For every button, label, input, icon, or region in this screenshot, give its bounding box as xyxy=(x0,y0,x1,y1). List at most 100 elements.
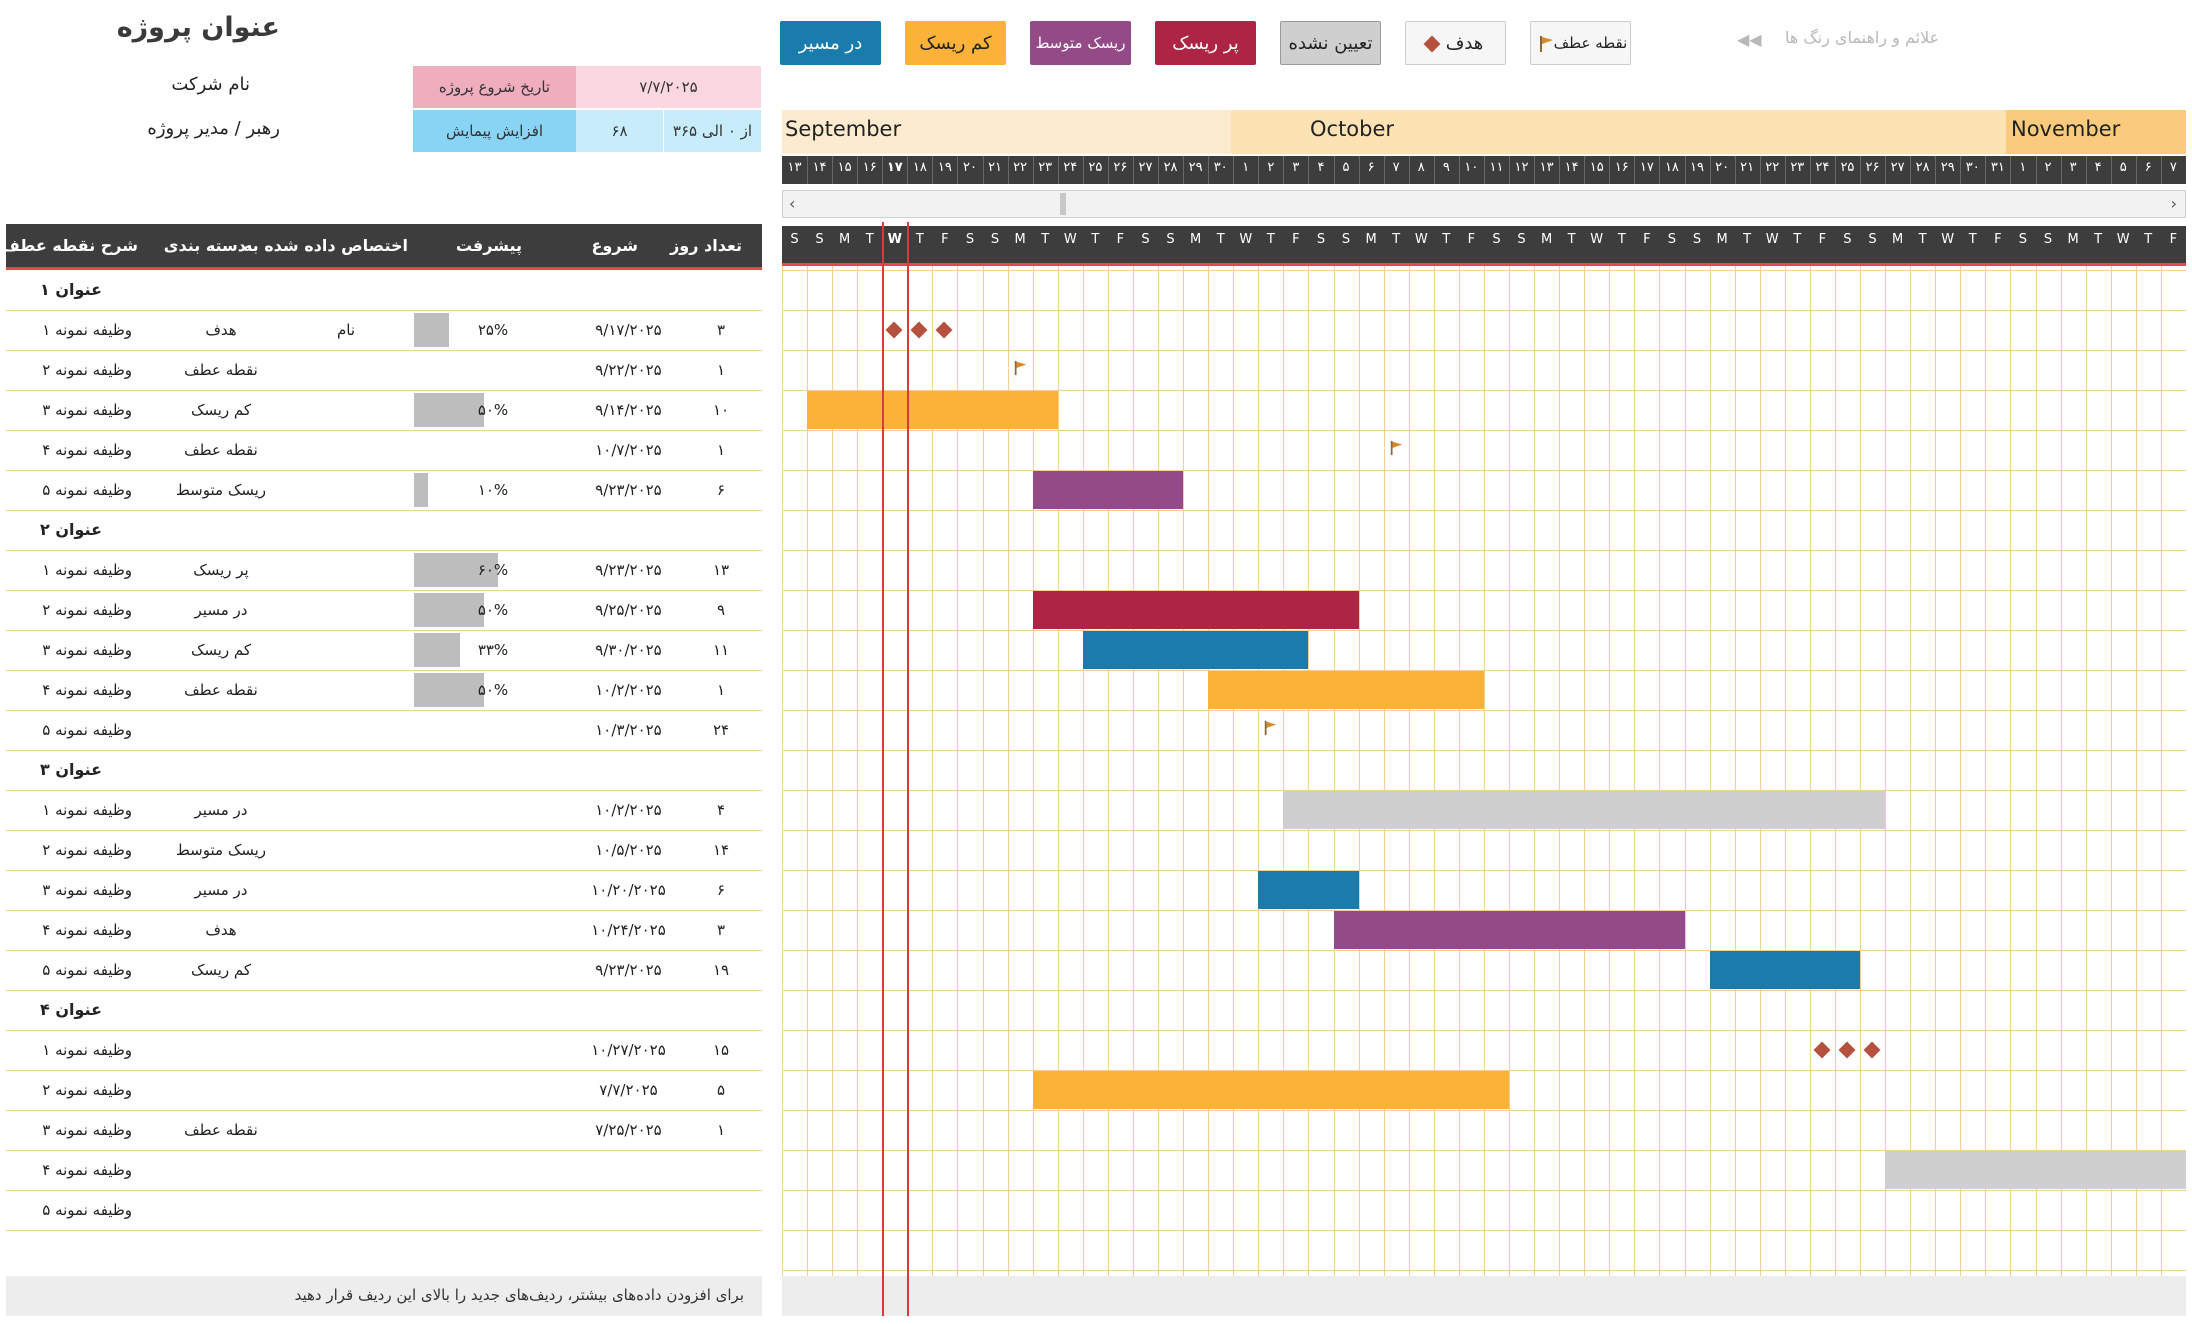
weekday-label: F xyxy=(1292,232,1300,247)
gantt-bar[interactable] xyxy=(1885,1151,2186,1189)
scroll-thumb[interactable] xyxy=(1060,193,1066,215)
weekday-label: S xyxy=(2043,232,2053,247)
table-row[interactable]: وظیفه نمونه ۱ در مسیر ۱۰/۲/۲۰۲۵ ۴ xyxy=(6,790,762,831)
table-row[interactable]: وظیفه نمونه ۴ نقطه عطف ۱۰/۷/۲۰۲۵ ۱ xyxy=(6,430,762,471)
table-row[interactable]: وظیفه نمونه ۱ هدف نام ۲۵% ۹/۱۷/۲۰۲۵ ۳ xyxy=(6,310,762,351)
legend-milestone-label: نقطه عطف xyxy=(1553,34,1628,52)
task-start: ۱۰/۲۷/۲۰۲۵ xyxy=(591,1041,666,1059)
table-row[interactable]: وظیفه نمونه ۲ نقطه عطف ۹/۲۲/۲۰۲۵ ۱ xyxy=(6,350,762,391)
gantt-bar[interactable] xyxy=(1709,951,1860,989)
task-category: در مسیر xyxy=(194,601,248,619)
task-days: ۴ xyxy=(716,801,726,819)
gantt-bar[interactable] xyxy=(1208,671,1484,709)
task-start: ۱۰/۲/۲۰۲۵ xyxy=(595,681,662,699)
table-row[interactable]: وظیفه نمونه ۳ کم ریسک ۳۳% ۹/۳۰/۲۰۲۵ ۱۱ xyxy=(6,630,762,671)
table-row[interactable]: وظیفه نمونه ۳ در مسیر ۱۰/۲۰/۲۰۲۵ ۶ xyxy=(6,870,762,911)
task-description: وظیفه نمونه ۱ xyxy=(42,561,132,579)
table-row[interactable]: وظیفه نمونه ۴ هدف ۱۰/۲۴/۲۰۲۵ ۳ xyxy=(6,910,762,951)
section-title: عنوان ۱ xyxy=(40,280,102,299)
scroll-left-icon[interactable]: ‹ xyxy=(789,194,795,213)
table-row[interactable]: وظیفه نمونه ۲ در مسیر ۵۰% ۹/۲۵/۲۰۲۵ ۹ xyxy=(6,590,762,631)
gantt-bar[interactable] xyxy=(1333,911,1685,949)
section-title: عنوان ۴ xyxy=(40,1000,102,1019)
task-description: وظیفه نمونه ۲ xyxy=(42,601,132,619)
table-header: تعداد روز شروع پیشرفت اختصاص داده شده به… xyxy=(1,224,762,270)
task-description: وظیفه نمونه ۴ xyxy=(42,1161,132,1179)
scroll-increment-label: افزایش پیمایش xyxy=(413,110,576,152)
table-row[interactable]: وظیفه نمونه ۲ ۷/۷/۲۰۲۵ ۵ xyxy=(6,1070,762,1111)
col-progress: پیشرفت xyxy=(455,236,522,255)
table-row[interactable]: وظیفه نمونه ۱ پر ریسک ۶۰% ۹/۲۳/۲۰۲۵ ۱۳ xyxy=(6,550,762,591)
weekday-label: F xyxy=(1818,232,1827,247)
weekday-label: S xyxy=(1141,232,1150,247)
task-description: وظیفه نمونه ۴ xyxy=(42,441,132,459)
gantt-bar[interactable] xyxy=(807,391,1058,429)
weekday-label: M xyxy=(2067,232,2079,247)
task-description: وظیفه نمونه ۵ xyxy=(42,1201,132,1219)
task-progress: ۵۰% xyxy=(477,681,509,699)
gantt-bar[interactable] xyxy=(1032,591,1359,629)
legend-goal: هدف xyxy=(1405,21,1506,65)
task-description: وظیفه نمونه ۲ xyxy=(42,1081,132,1099)
weekday-label: T xyxy=(915,232,924,247)
weekday-label: T xyxy=(1793,232,1802,247)
scroll-increment-value[interactable]: ۶۸ xyxy=(576,110,663,152)
task-description: وظیفه نمونه ۱ xyxy=(42,801,132,819)
task-description: وظیفه نمونه ۵ xyxy=(42,961,132,979)
task-start: ۷/۷/۲۰۲۵ xyxy=(599,1081,658,1099)
gantt-bar[interactable] xyxy=(1032,1071,1510,1109)
table-row[interactable]: وظیفه نمونه ۲ ریسک متوسط ۱۰/۵/۲۰۲۵ ۱۴ xyxy=(6,830,762,871)
table-row[interactable]: وظیفه نمونه ۵ کم ریسک ۹/۲۳/۲۰۲۵ ۱۹ xyxy=(6,950,762,991)
goal-diamond-icon xyxy=(1423,35,1441,53)
progress-bar xyxy=(414,633,460,667)
month-label-october: October xyxy=(1310,117,1395,141)
section-header: عنوان ۳ xyxy=(6,750,762,791)
table-row[interactable]: وظیفه نمونه ۵ ۱۰/۳/۲۰۲۵ ۲۴ xyxy=(6,710,762,751)
milestone-flag-icon[interactable] xyxy=(1389,440,1405,456)
task-description: وظیفه نمونه ۵ xyxy=(42,481,132,499)
weekday-label: T xyxy=(1968,232,1977,247)
gantt-bar[interactable] xyxy=(1283,791,1886,829)
weekday-label: M xyxy=(839,232,851,247)
gantt-bar[interactable] xyxy=(1258,871,1359,909)
legend-collapse-icon[interactable]: ◀◀ xyxy=(1737,30,1762,49)
task-days: ۲۴ xyxy=(712,721,730,739)
footer-hint: برای افزودن داده‌های بیشتر، ردیف‌های جدی… xyxy=(294,1286,744,1304)
table-row[interactable]: وظیفه نمونه ۱ ۱۰/۲۷/۲۰۲۵ ۱۵ xyxy=(6,1030,762,1071)
weekday-label: T xyxy=(1617,232,1626,247)
table-row[interactable]: وظیفه نمونه ۵ xyxy=(6,1190,762,1231)
table-row[interactable]: وظیفه نمونه ۳ نقطه عطف ۷/۲۵/۲۰۲۵ ۱ xyxy=(6,1110,762,1151)
weekday-label: S xyxy=(1843,232,1852,247)
task-category: هدف xyxy=(205,921,237,939)
table-row[interactable]: وظیفه نمونه ۴ xyxy=(6,1150,762,1191)
legend-high-risk: پر ریسک xyxy=(1155,21,1256,65)
task-category: ریسک متوسط xyxy=(175,481,267,499)
task-description: وظیفه نمونه ۲ xyxy=(42,841,132,859)
legend-goal-label: هدف xyxy=(1445,32,1484,54)
task-description: وظیفه نمونه ۴ xyxy=(42,681,132,699)
task-description: وظیفه نمونه ۲ xyxy=(42,361,132,379)
table-row[interactable]: وظیفه نمونه ۳ کم ریسک ۵۰% ۹/۱۴/۲۰۲۵ ۱۰ xyxy=(6,390,762,431)
weekday-label: S xyxy=(1492,232,1501,247)
milestone-flag-icon[interactable] xyxy=(1013,360,1029,376)
gantt-bar[interactable] xyxy=(1082,631,1309,669)
table-row[interactable]: وظیفه نمونه ۵ ریسک متوسط ۱۰% ۹/۲۳/۲۰۲۵ ۶ xyxy=(6,470,762,511)
weekday-label: S xyxy=(1341,232,1351,247)
start-date-value[interactable]: ۷/۷/۲۰۲۵ xyxy=(576,66,761,108)
table-row[interactable]: وظیفه نمونه ۴ نقطه عطف ۵۰% ۱۰/۲/۲۰۲۵ ۱ xyxy=(6,670,762,711)
task-progress: ۳۳% xyxy=(477,641,509,659)
gantt-bar[interactable] xyxy=(1032,471,1184,509)
milestone-flag-icon[interactable] xyxy=(1263,720,1279,736)
task-start: ۱۰/۲۰/۲۰۲۵ xyxy=(591,881,666,899)
task-description: وظیفه نمونه ۳ xyxy=(42,1121,132,1139)
col-assigned: اختصاص داده شده به xyxy=(242,236,408,255)
scroll-right-icon[interactable]: › xyxy=(2171,194,2177,213)
task-category: ریسک متوسط xyxy=(175,841,267,859)
timeline-scrollbar[interactable]: ‹ › xyxy=(782,190,2186,218)
task-start: ۱۰/۵/۲۰۲۵ xyxy=(595,841,662,859)
task-days: ۱۴ xyxy=(712,841,730,859)
task-description: وظیفه نمونه ۵ xyxy=(42,721,132,739)
today-marker xyxy=(882,222,885,1316)
task-category: نقطه عطف xyxy=(184,681,258,699)
section-title: عنوان ۳ xyxy=(40,760,102,779)
